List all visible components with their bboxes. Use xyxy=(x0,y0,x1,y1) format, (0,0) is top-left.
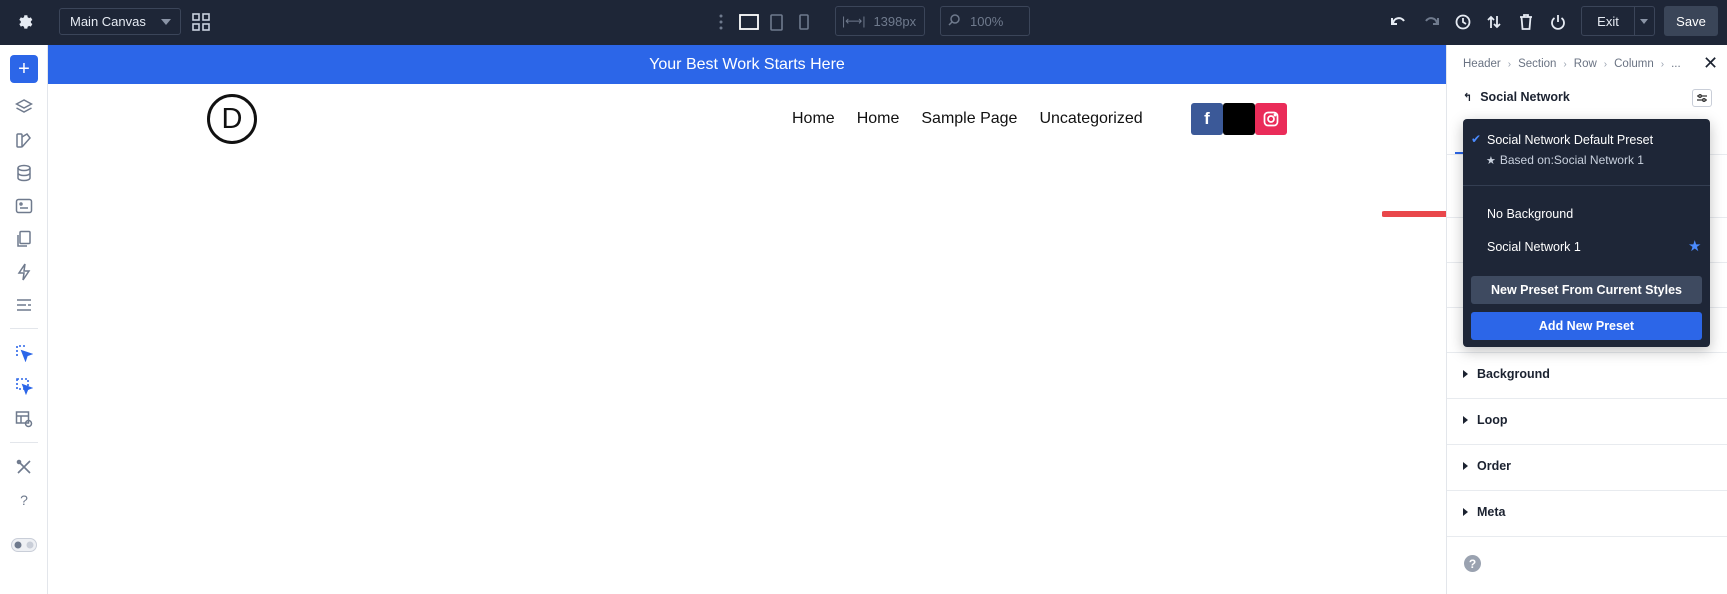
accordion-label: Loop xyxy=(1477,413,1508,427)
facebook-icon[interactable]: f xyxy=(1191,103,1223,135)
caret-right-icon xyxy=(1463,508,1468,516)
x-icon[interactable] xyxy=(1223,103,1255,135)
top-toolbar: Main Canvas |⟷| 1398px 100% Exit Save xyxy=(0,0,1727,45)
preset-toggle-button[interactable] xyxy=(1692,89,1712,107)
zoom-value: 100% xyxy=(970,13,1004,29)
active-preset[interactable]: Social Network Default Preset xyxy=(1487,133,1653,147)
exit-button[interactable]: Exit xyxy=(1581,6,1635,36)
nav-link-uncategorized[interactable]: Uncategorized xyxy=(1039,110,1142,128)
accordion-loop[interactable]: Loop xyxy=(1463,413,1508,427)
phone-view-icon[interactable] xyxy=(795,11,813,33)
save-button[interactable]: Save xyxy=(1664,6,1718,36)
nav-link-sample-page[interactable]: Sample Page xyxy=(921,110,1017,128)
presets-icon[interactable] xyxy=(10,192,38,220)
checkmark-icon: ✔ xyxy=(1471,132,1482,146)
caret-right-icon xyxy=(1463,462,1468,470)
breadcrumb-row[interactable]: Row xyxy=(1574,58,1597,70)
based-on-label: ★ Based on:Social Network 1 xyxy=(1486,153,1644,167)
more-vertical-icon[interactable] xyxy=(714,12,728,32)
help-icon[interactable]: ? xyxy=(10,486,38,514)
section-divider xyxy=(1447,490,1727,491)
caret-right-icon xyxy=(1463,416,1468,424)
zoom-field[interactable]: 100% xyxy=(940,6,1030,36)
chevron-down-icon xyxy=(161,19,171,25)
breadcrumb-section[interactable]: Section xyxy=(1518,58,1556,70)
header-banner[interactable]: Your Best Work Starts Here xyxy=(48,45,1446,84)
pages-icon[interactable] xyxy=(10,225,38,253)
chevron-down-icon xyxy=(1640,18,1648,24)
add-module-button[interactable]: + xyxy=(10,55,38,83)
canvas-width-value: 1398px xyxy=(873,13,917,29)
main-navigation: Home Home Sample Page Uncategorized xyxy=(792,110,1143,128)
theme-toggle[interactable] xyxy=(10,531,38,559)
new-preset-from-styles-button[interactable]: New Preset From Current Styles xyxy=(1471,276,1702,304)
instagram-icon[interactable] xyxy=(1255,103,1287,135)
multi-select-icon[interactable] xyxy=(10,372,38,400)
preview-layout-icon[interactable] xyxy=(10,405,38,433)
preset-item-social-network-1[interactable]: Social Network 1 xyxy=(1487,240,1581,254)
click-select-icon[interactable] xyxy=(10,339,38,367)
preset-item-no-background[interactable]: No Background xyxy=(1487,207,1573,221)
layers-icon[interactable] xyxy=(10,93,38,121)
star-icon: ★ xyxy=(1486,154,1496,167)
breadcrumb-column[interactable]: Column xyxy=(1614,58,1654,70)
redo-icon[interactable] xyxy=(1420,11,1442,33)
undo-icon[interactable] xyxy=(1388,11,1410,33)
accordion-label: Meta xyxy=(1477,505,1506,519)
caret-right-icon xyxy=(1463,370,1468,378)
breadcrumb-separator: › xyxy=(1603,58,1608,70)
lightning-icon[interactable] xyxy=(10,258,38,286)
module-title-text: Social Network xyxy=(1480,90,1570,104)
section-divider xyxy=(1447,398,1727,399)
sidebar-divider xyxy=(10,328,38,329)
section-divider xyxy=(1447,352,1727,353)
trash-icon[interactable] xyxy=(1515,11,1537,33)
section-divider xyxy=(1447,444,1727,445)
add-new-preset-button[interactable]: Add New Preset xyxy=(1471,312,1702,340)
site-logo[interactable]: D xyxy=(207,94,257,144)
left-sidebar: + ? xyxy=(0,45,48,594)
back-arrow-icon[interactable]: ↰ xyxy=(1463,91,1472,104)
portability-icon[interactable] xyxy=(1483,11,1505,33)
canvas-select-value: Main Canvas xyxy=(70,14,146,29)
canvas-width-field[interactable]: |⟷| 1398px xyxy=(835,6,925,36)
accordion-order[interactable]: Order xyxy=(1463,459,1511,473)
desktop-view-icon[interactable] xyxy=(737,11,761,33)
close-icon[interactable]: ✕ xyxy=(1703,53,1718,74)
based-on-text: Based on:Social Network 1 xyxy=(1499,153,1644,167)
nav-link-home[interactable]: Home xyxy=(792,110,835,128)
design-variables-icon[interactable] xyxy=(10,126,38,154)
database-icon[interactable] xyxy=(10,159,38,187)
breadcrumb-separator: › xyxy=(1660,58,1665,70)
breadcrumb-more[interactable]: ... xyxy=(1671,58,1681,70)
nav-link-home-2[interactable]: Home xyxy=(857,110,900,128)
sidebar-divider xyxy=(10,442,38,443)
accordion-background[interactable]: Background xyxy=(1463,367,1550,381)
tablet-view-icon[interactable] xyxy=(766,11,786,33)
accordion-meta[interactable]: Meta xyxy=(1463,505,1505,519)
history-icon[interactable] xyxy=(1452,11,1474,33)
module-title: ↰ Social Network xyxy=(1463,90,1570,104)
width-arrows-icon: |⟷| xyxy=(842,14,866,28)
breadcrumb-separator: › xyxy=(1563,58,1567,70)
accordion-label: Background xyxy=(1477,367,1550,381)
breadcrumb-separator: › xyxy=(1507,58,1512,70)
default-star-icon[interactable]: ★ xyxy=(1688,237,1701,255)
section-divider xyxy=(1447,536,1727,537)
settings-gear-icon[interactable] xyxy=(14,11,36,33)
tools-icon[interactable] xyxy=(10,453,38,481)
breadcrumb: Header › Section › Row › Column › ... xyxy=(1463,58,1681,70)
breadcrumb-header[interactable]: Header xyxy=(1463,58,1501,70)
dropdown-divider xyxy=(1463,185,1710,186)
preset-dropdown: ✔ Social Network Default Preset ★ Based … xyxy=(1463,119,1710,347)
layout-list-icon[interactable] xyxy=(10,291,38,319)
zoom-icon xyxy=(948,13,960,29)
help-icon[interactable]: ? xyxy=(1464,555,1481,572)
grid-layout-icon[interactable] xyxy=(190,11,212,33)
accordion-label: Order xyxy=(1477,459,1512,473)
exit-options-button[interactable] xyxy=(1634,6,1655,36)
canvas-select[interactable]: Main Canvas xyxy=(59,8,181,35)
power-icon[interactable] xyxy=(1547,11,1569,33)
